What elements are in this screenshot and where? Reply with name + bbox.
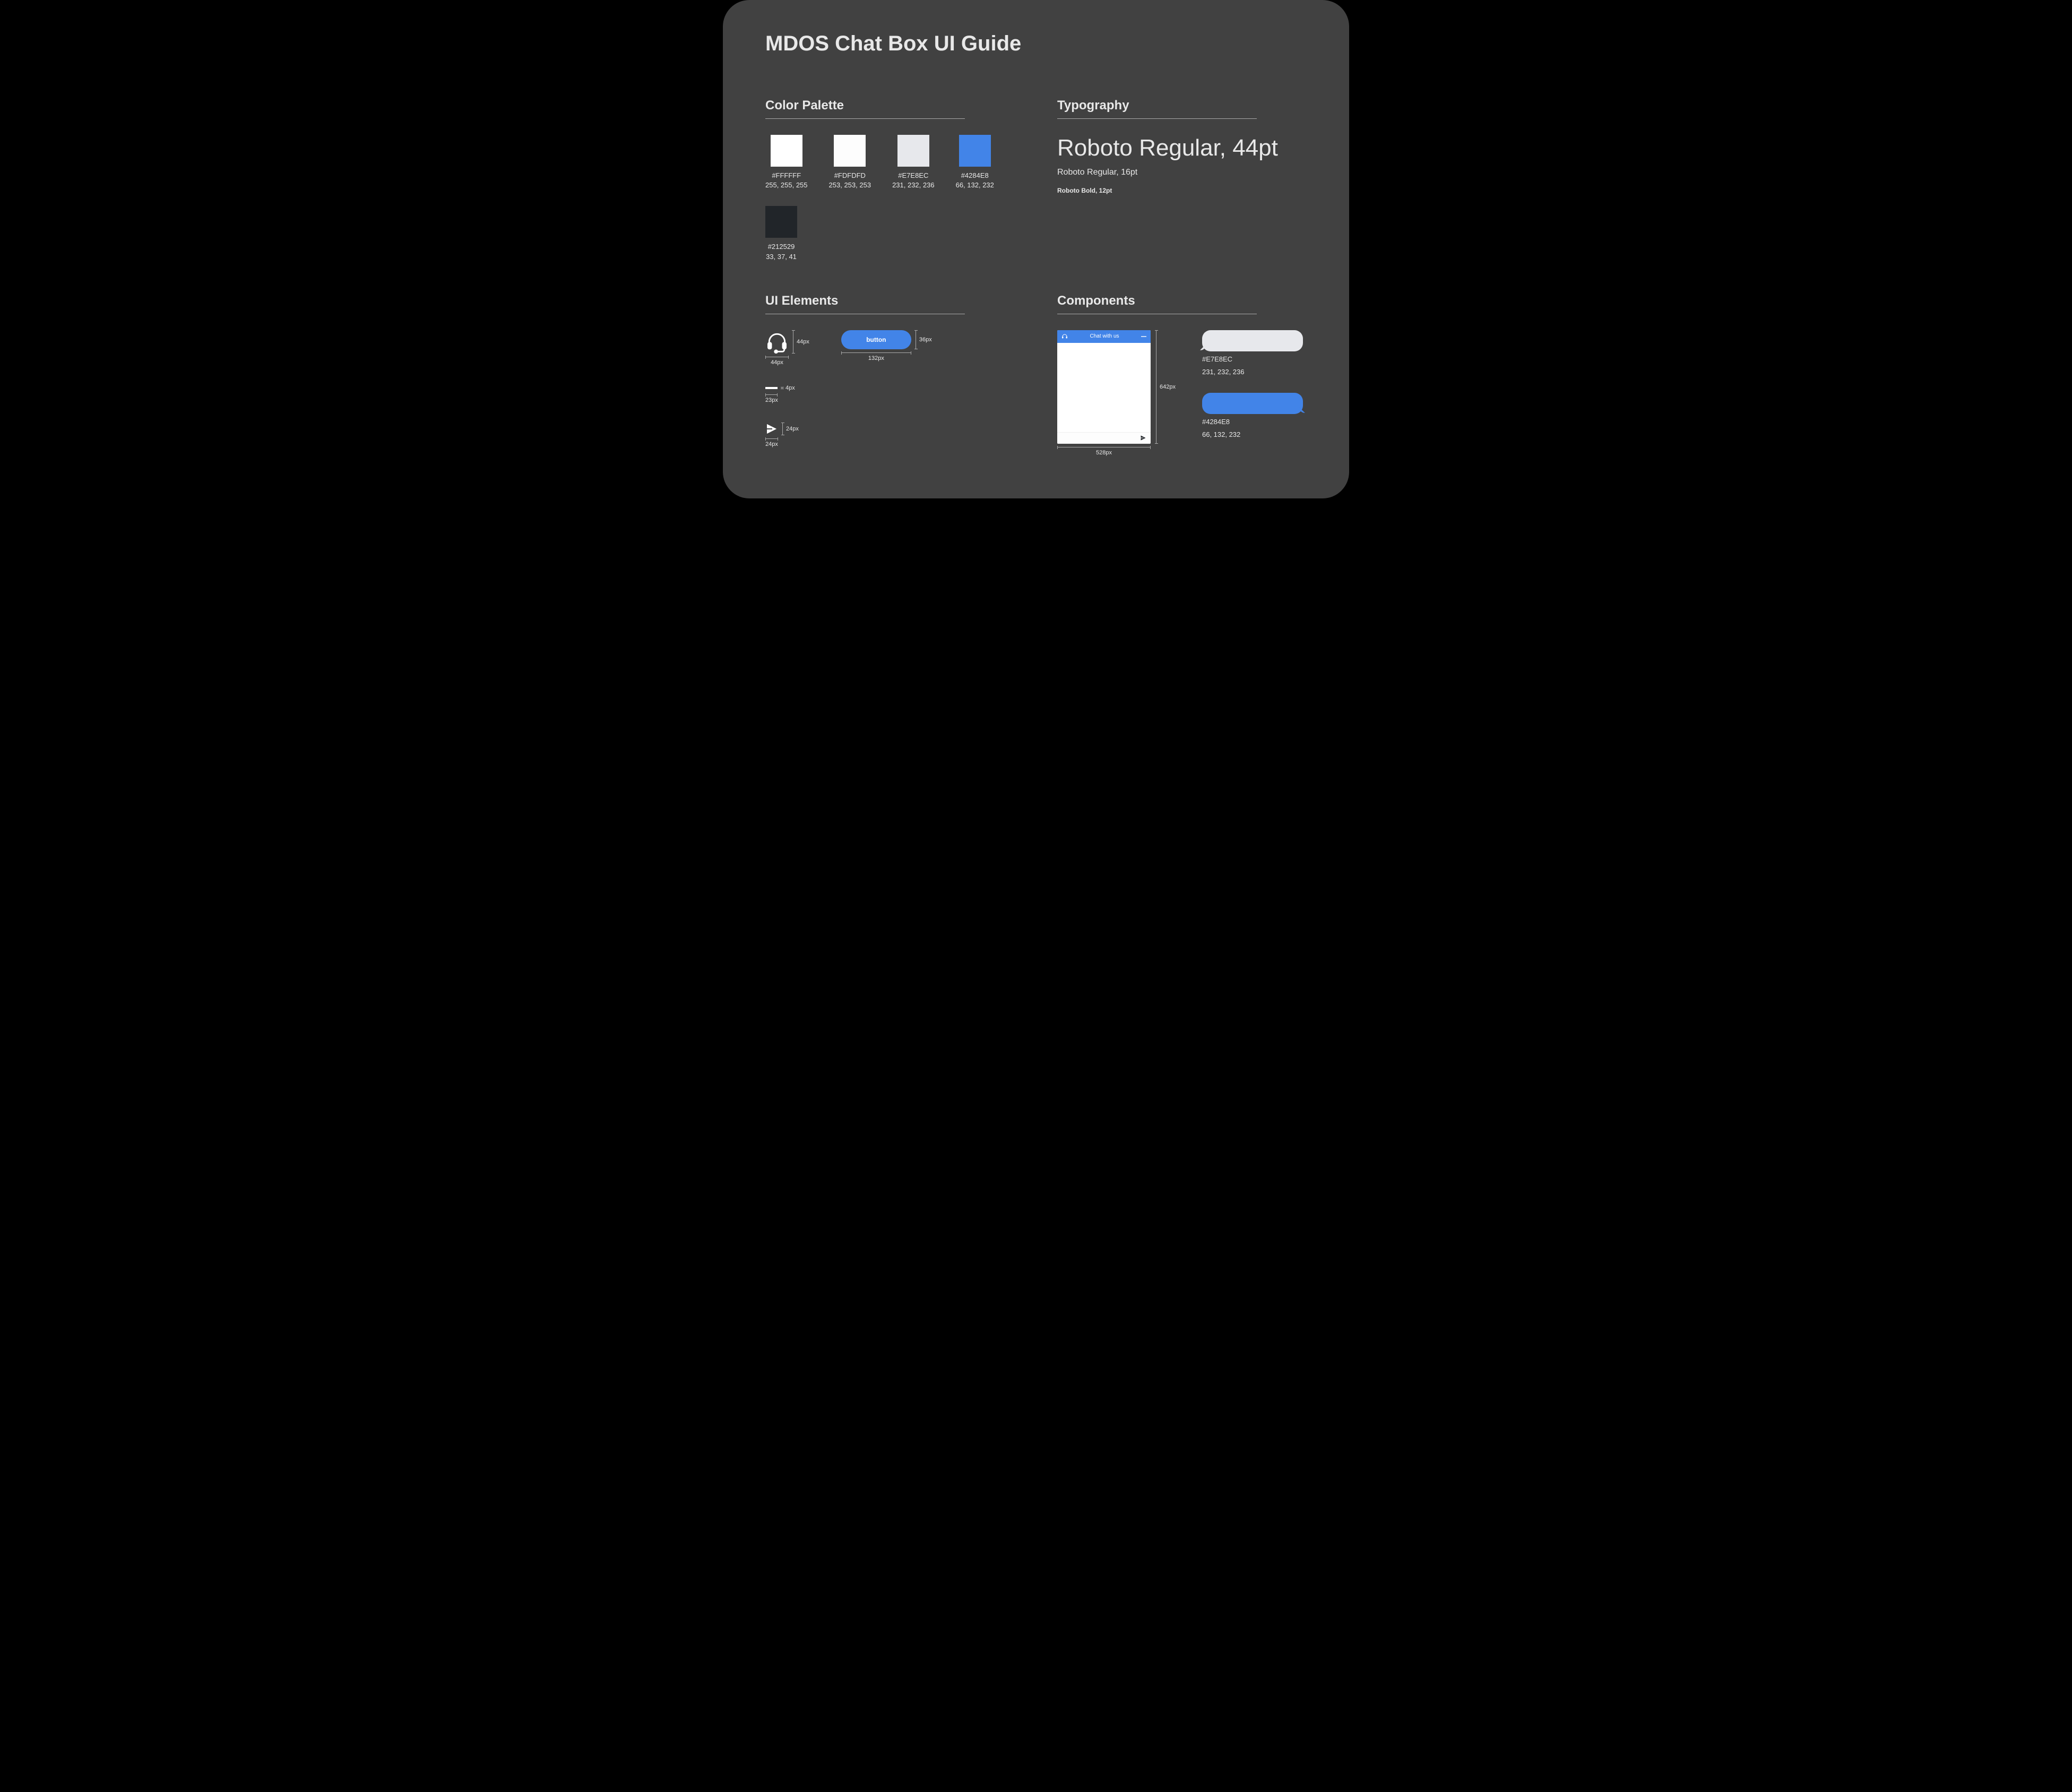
bubble-rgb: 231, 232, 236 (1202, 367, 1303, 377)
minimize-spec: 4px 23px (765, 385, 1015, 403)
dimension-label: 528px (1057, 450, 1151, 456)
section-heading: UI Elements (765, 294, 1015, 308)
headset-icon (1061, 333, 1068, 340)
message-bubble-sent (1202, 393, 1303, 414)
headset-icon (765, 330, 789, 354)
dimension-label: 4px (785, 385, 795, 391)
color-palette-section: Color Palette #FFFFFF 255, 255, 255 #FDF… (765, 98, 1015, 262)
dimension-label: 132px (841, 355, 911, 361)
chat-window: Chat with us (1057, 330, 1151, 444)
page-title: MDOS Chat Box UI Guide (765, 32, 1307, 56)
chat-header: Chat with us (1057, 330, 1151, 343)
swatch-rgb: 231, 232, 236 (892, 180, 935, 190)
dimension-label: 24px (765, 441, 778, 447)
chat-window-spec: Chat with us 642px (1057, 330, 1176, 456)
bubble-grey-spec: #E7E8EC 231, 232, 236 (1202, 330, 1303, 377)
send-icon (765, 423, 778, 435)
section-heading: Components (1057, 294, 1307, 308)
send-spec: 24px 24px (765, 423, 1015, 447)
typography-sample-small: Roboto Bold, 12pt (1057, 187, 1307, 194)
divider (765, 118, 965, 119)
dimension-label: 36px (919, 337, 932, 343)
send-icon[interactable] (1140, 435, 1146, 441)
swatch-box (959, 135, 991, 167)
bubble-blue-spec: #4284E8 66, 132, 232 (1202, 393, 1303, 440)
components-section: Components Chat with (1057, 294, 1307, 456)
chat-input-bar[interactable] (1057, 432, 1151, 444)
swatch-hex: #4284E8 (961, 171, 989, 180)
dimension-label: 24px (786, 426, 799, 432)
dimension-label: 23px (765, 397, 778, 403)
swatch-box (765, 206, 797, 238)
swatch: #FFFFFF 255, 255, 255 (765, 135, 808, 190)
bubble-rgb: 66, 132, 232 (1202, 430, 1303, 440)
button-label: button (866, 336, 886, 343)
swatch-box (771, 135, 802, 167)
swatch-hex: #E7E8EC (898, 171, 928, 180)
minimize-icon[interactable] (1141, 336, 1146, 337)
swatch-rgb: 255, 255, 255 (765, 180, 808, 190)
dimension-label: 44px (765, 359, 789, 366)
ui-elements-section: UI Elements (765, 294, 1015, 456)
bubble-hex: #E7E8EC (1202, 355, 1303, 364)
section-heading: Color Palette (765, 98, 1015, 113)
swatch-rgb: 253, 253, 253 (829, 180, 871, 190)
dimension-label: 642px (1160, 384, 1176, 390)
section-heading: Typography (1057, 98, 1307, 113)
swatch: #212529 33, 37, 41 (765, 206, 797, 261)
headset-spec: 44px 44px (765, 330, 809, 366)
bubble-hex: #4284E8 (1202, 417, 1303, 427)
swatch-rgb: 66, 132, 232 (956, 180, 994, 190)
minimize-icon (765, 387, 778, 389)
message-bubble-received (1202, 330, 1303, 351)
dimension-label: 44px (797, 339, 809, 345)
swatch-grid: #FFFFFF 255, 255, 255 #FDFDFD 253, 253, … (765, 135, 1015, 262)
swatch-box (897, 135, 929, 167)
chat-body (1057, 343, 1151, 432)
button-spec: button 36px 132px (841, 330, 932, 361)
typography-sample-medium: Roboto Regular, 16pt (1057, 168, 1307, 177)
swatch: #E7E8EC 231, 232, 236 (892, 135, 935, 190)
swatch-hex: #212529 (768, 242, 795, 252)
message-bubbles: #E7E8EC 231, 232, 236 #4284E8 66, 132, 2… (1202, 330, 1303, 440)
swatch-rgb: 33, 37, 41 (766, 252, 797, 262)
typography-section: Typography Roboto Regular, 44pt Roboto R… (1057, 98, 1307, 262)
chat-title: Chat with us (1073, 333, 1136, 339)
swatch: #4284E8 66, 132, 232 (956, 135, 994, 190)
divider (1057, 118, 1257, 119)
swatch-box (834, 135, 866, 167)
typography-sample-large: Roboto Regular, 44pt (1057, 135, 1307, 161)
swatch: #FDFDFD 253, 253, 253 (829, 135, 871, 190)
swatch-hex: #FFFFFF (772, 171, 801, 180)
style-guide-canvas: MDOS Chat Box UI Guide Color Palette #FF… (723, 0, 1349, 498)
swatch-hex: #FDFDFD (834, 171, 866, 180)
sample-button[interactable]: button (841, 330, 911, 349)
